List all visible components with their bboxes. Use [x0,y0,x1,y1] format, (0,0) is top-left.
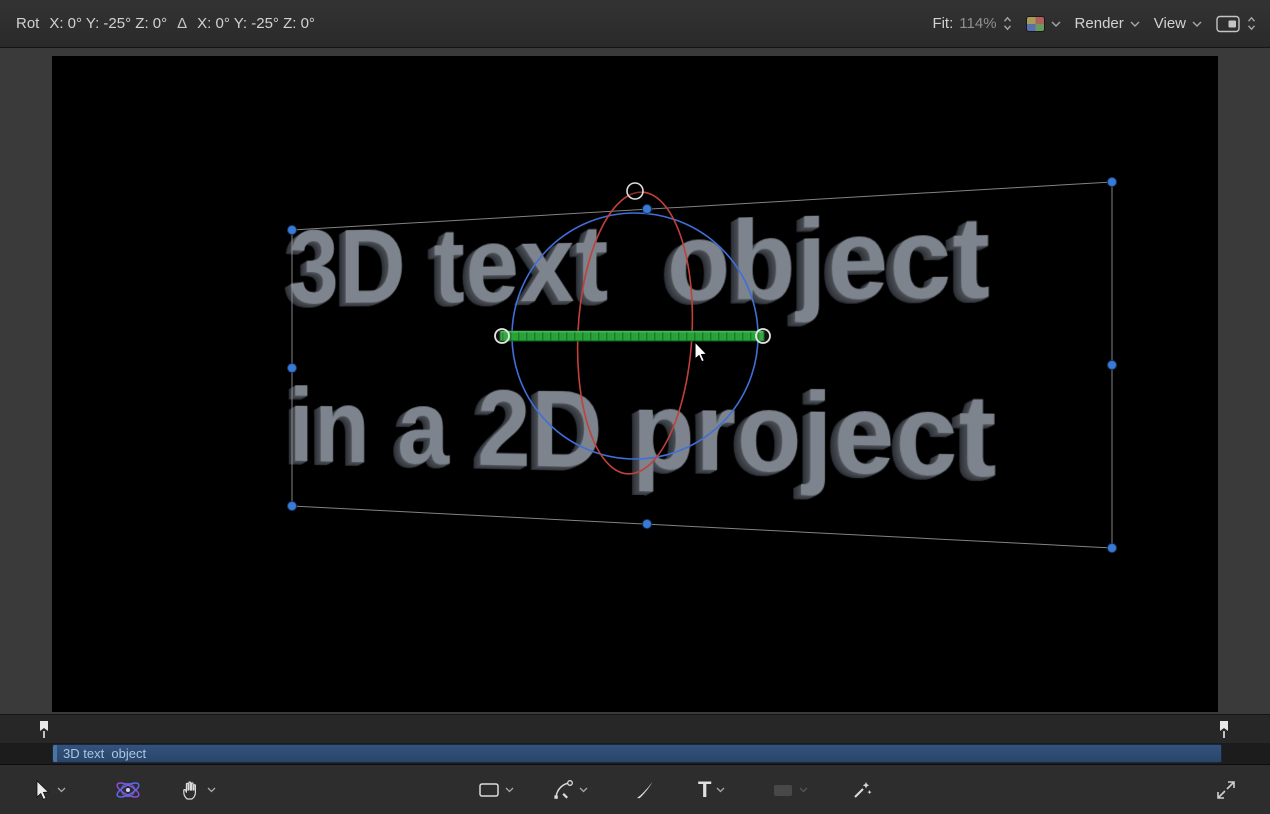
chevron-down-icon [505,787,514,793]
chevron-down-icon [716,787,725,793]
rot-values: X: 0° Y: -25° Z: 0° [49,15,167,32]
canvas-toolbar: T [0,764,1270,814]
delta-icon: Δ [177,15,187,32]
chevron-down-icon [57,787,66,793]
select-transform-tool[interactable] [32,765,66,814]
adjust-item-tool[interactable] [850,765,874,814]
mouse-cursor [695,342,707,362]
chevron-down-icon [1130,21,1140,27]
chevron-down-icon [579,787,588,793]
rectangle-shape-tool[interactable] [478,765,514,814]
timeline-track: 3D text object [0,743,1270,764]
canvas-area: 3D text object in a 2D project [0,48,1270,714]
zoom-level-control[interactable]: Fit: 114% [932,15,1011,32]
handle-bottom-center[interactable] [643,520,652,529]
timeline-clip-3d-text-object[interactable]: 3D text object [52,744,1222,763]
viewport-layout-icon [1216,15,1241,33]
handle-top-center[interactable] [643,205,652,214]
paint-stroke-icon [634,779,656,801]
chevron-down-icon [799,787,808,793]
rotation-axis-bar[interactable] [500,331,764,341]
selection-bounding-box [292,182,1112,548]
select-arrow-icon [32,779,52,801]
mask-tool-disabled [772,765,808,814]
handle-middle-left[interactable] [288,364,297,373]
mask-shape-icon [772,781,794,799]
delta-values: X: 0° Y: -25° Z: 0° [197,15,315,32]
hand-icon [180,779,202,801]
canvas-status-bar: Rot X: 0° Y: -25° Z: 0° Δ X: 0° Y: -25° … [0,0,1270,48]
handle-middle-right[interactable] [1108,361,1117,370]
paint-stroke-tool[interactable] [634,765,656,814]
render-label: Render [1075,15,1124,32]
play-range-in-marker[interactable] [38,720,50,739]
motion-app-window: Rot X: 0° Y: -25° Z: 0° Δ X: 0° Y: -25° … [0,0,1270,814]
axis-handle-left[interactable] [495,329,509,343]
handle-bottom-right[interactable] [1108,544,1117,553]
fit-label: Fit: [932,15,953,32]
clip-left-edge-handle[interactable] [53,745,57,762]
expand-diagonal-icon [1214,778,1238,802]
handle-top-right[interactable] [1108,178,1117,187]
channels-display-button[interactable] [1026,16,1061,32]
stepper-icon [1247,16,1256,31]
chevron-down-icon [207,787,216,793]
view-menu[interactable]: View [1154,15,1202,32]
magic-wand-icon [850,779,874,801]
rectangle-icon [478,781,500,799]
transform-3d-tool[interactable] [114,765,142,814]
clip-label: 3D text object [63,746,146,761]
rotation-readout: Rot X: 0° Y: -25° Z: 0° Δ X: 0° Y: -25° … [0,15,315,32]
handle-top-left[interactable] [288,226,297,235]
axis-handle-right[interactable] [756,329,770,343]
stepper-icon[interactable] [1003,16,1012,31]
chevron-down-icon [1051,21,1061,27]
play-range-out-marker[interactable] [1218,720,1230,739]
color-channels-icon [1026,16,1045,32]
text-tool-icon: T [698,779,711,801]
selection-overlay [52,56,1218,712]
rotation-handle-top[interactable] [627,183,643,199]
render-menu[interactable]: Render [1075,15,1140,32]
canvas[interactable]: 3D text object in a 2D project [52,56,1218,712]
timing-strip[interactable] [0,714,1270,743]
rot-label: Rot [16,15,39,32]
expand-view-button[interactable] [1214,765,1238,814]
bezier-pen-icon [552,779,574,801]
viewport-layout-control[interactable] [1216,15,1256,33]
chevron-down-icon [1192,21,1202,27]
pan-tool[interactable] [180,765,216,814]
3d-transform-orbit-icon [114,777,142,803]
handle-bottom-left[interactable] [288,502,297,511]
bezier-tool[interactable] [552,765,588,814]
text-tool[interactable]: T [698,765,725,814]
zoom-value[interactable]: 114% [959,15,996,32]
view-label: View [1154,15,1186,32]
